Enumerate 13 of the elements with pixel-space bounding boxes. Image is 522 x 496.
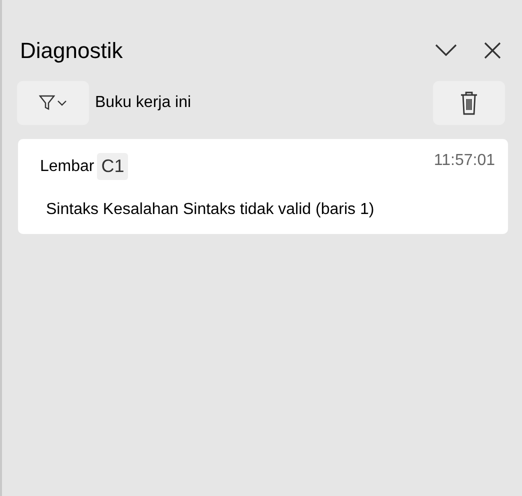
cell-reference: C1 bbox=[97, 153, 128, 180]
timestamp: 11:57:01 bbox=[434, 150, 495, 170]
close-icon bbox=[484, 42, 500, 58]
error-message: Sintaks Kesalahan Sintaks tidak valid (baris 1) bbox=[46, 200, 376, 220]
chevron-down-icon bbox=[435, 44, 457, 56]
panel-title: Diagnostik bbox=[20, 36, 124, 65]
scope-label: Buku kerja ini bbox=[95, 93, 192, 113]
trash-icon bbox=[460, 91, 478, 115]
sheet-label: Lembar bbox=[40, 156, 94, 176]
chevron-down-icon bbox=[57, 100, 67, 106]
filter-button[interactable] bbox=[17, 81, 89, 125]
delete-button[interactable] bbox=[433, 81, 505, 125]
filter-icon bbox=[39, 95, 55, 111]
